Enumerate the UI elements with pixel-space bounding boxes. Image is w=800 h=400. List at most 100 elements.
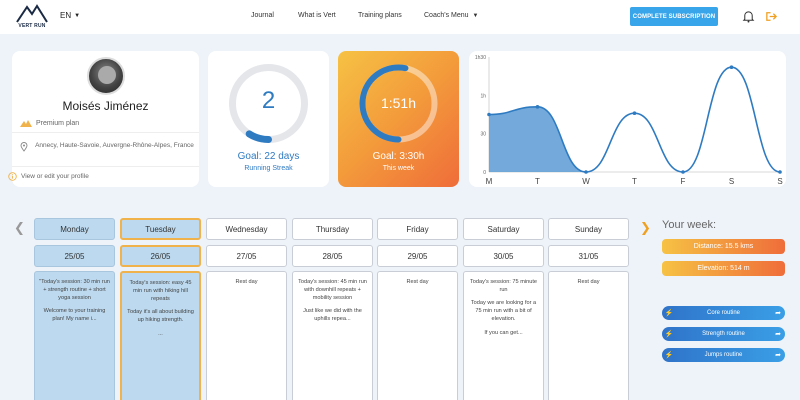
session-text: Today it's all about building up hiking …: [127, 309, 194, 324]
divider: [12, 166, 199, 167]
share-arrow-icon: ➦: [775, 352, 781, 359]
data-point: [632, 111, 637, 116]
info-icon: [8, 172, 17, 181]
caret-down-icon: ▼: [472, 13, 479, 19]
day-name[interactable]: Friday: [377, 218, 458, 240]
vert-run-logo[interactable]: VERT RUN: [16, 3, 48, 31]
streak-goal: Goal: 22 days: [237, 151, 300, 162]
bell-icon[interactable]: [742, 10, 755, 23]
day-name[interactable]: Sunday: [548, 218, 629, 240]
avatar: [87, 57, 125, 95]
x-tick-label: F: [681, 177, 686, 186]
view-edit-profile-label: View or edit your profile: [21, 173, 89, 180]
location-pin-icon: [20, 142, 28, 152]
x-tick-label: W: [582, 177, 590, 186]
day-session-card[interactable]: Rest day: [206, 271, 287, 400]
nav-coachs-menu-label: Coach's Menu: [424, 12, 469, 19]
nav-coachs-menu[interactable]: Coach's Menu ▼: [424, 12, 478, 19]
location-text: Annecy, Haute-Savoie, Auvergne-Rhône-Alp…: [35, 142, 194, 149]
day-date: 29/05: [377, 245, 458, 267]
share-arrow-icon: ➦: [775, 331, 781, 338]
core-routine-button[interactable]: ⚡ Core routine ➦: [662, 306, 785, 320]
day-session-card[interactable]: Today's session: easy 45 min run with hi…: [120, 271, 201, 400]
data-point: [778, 170, 782, 174]
day-column-friday: Friday 29/05 Rest day: [377, 218, 458, 400]
session-text: Today's session: 45 min run with downhil…: [298, 279, 367, 302]
divider: [12, 132, 199, 133]
jumps-routine-label: Jumps routine: [704, 352, 743, 358]
nav-training-plans[interactable]: Training plans: [358, 12, 402, 19]
time-goal: Goal: 3:30h: [372, 151, 425, 162]
day-session-card[interactable]: Today's session: 75 minute run Today we a…: [463, 271, 544, 400]
y-tick-label: 1h30: [475, 55, 486, 61]
nav-journal[interactable]: Journal: [251, 12, 274, 19]
complete-subscription-button[interactable]: COMPLETE SUBSCRIPTION: [630, 7, 718, 26]
day-column-monday: Monday 25/05 "Today's session: 30 min run …: [34, 218, 115, 400]
data-point: [535, 105, 540, 109]
weekly-time-card: 1:51h Goal: 3:30h This week: [338, 51, 459, 187]
core-routine-label: Core routine: [706, 310, 741, 316]
x-tick-label: M: [486, 177, 493, 186]
session-text: "Today's session: 30 min run + strength …: [39, 279, 110, 302]
day-column-tuesday: Tuesday 26/05 Today's session: easy 45 min…: [120, 218, 201, 400]
day-session-card[interactable]: "Today's session: 30 min run + strength …: [34, 271, 115, 400]
day-date: 30/05: [463, 245, 544, 267]
distance-badge: Distance: 15.5 kms: [662, 239, 785, 254]
x-tick-label: T: [632, 177, 637, 186]
day-date: 26/05: [120, 245, 201, 267]
strength-routine-button[interactable]: ⚡ Strength routine ➦: [662, 327, 785, 341]
session-text: ...: [158, 330, 163, 337]
previous-week-arrow[interactable]: ❮: [14, 220, 25, 236]
x-tick-label: S: [729, 177, 734, 186]
data-point: [487, 112, 491, 117]
session-text: Welcome to your training plan! My name i…: [43, 308, 106, 323]
mountain-icon: [20, 120, 32, 127]
day-name[interactable]: Tuesday: [120, 218, 201, 240]
day-column-wednesday: Wednesday 27/05 Rest day: [206, 218, 287, 400]
day-date: 28/05: [292, 245, 373, 267]
premium-plan-label: Premium plan: [36, 119, 80, 127]
day-name[interactable]: Wednesday: [206, 218, 287, 240]
y-tick-label: 30: [480, 132, 486, 138]
session-text: Just like we did with the uphills repea.…: [303, 308, 362, 323]
top-header: VERT RUN EN ▼ Journal What is Vert Train…: [0, 0, 800, 34]
data-point: [681, 170, 685, 174]
chevron-down-icon: ▼: [74, 12, 81, 19]
language-selector[interactable]: EN ▼: [60, 11, 80, 20]
time-label: This week: [382, 165, 415, 172]
data-point: [729, 65, 734, 70]
jumps-routine-button[interactable]: ⚡ Jumps routine ➦: [662, 348, 785, 362]
day-column-thursday: Thursday 28/05 Today's session: 45 min run…: [292, 218, 373, 400]
day-session-card[interactable]: Rest day: [548, 271, 629, 400]
session-text: Today's session: 75 minute run: [470, 279, 537, 294]
day-name[interactable]: Saturday: [463, 218, 544, 240]
next-week-arrow[interactable]: ❯: [640, 220, 651, 236]
y-tick-label: 0: [483, 170, 486, 176]
day-name[interactable]: Thursday: [292, 218, 373, 240]
day-session-card[interactable]: Rest day: [377, 271, 458, 400]
time-value: 1:51h: [380, 95, 417, 111]
premium-plan: Premium plan: [20, 119, 79, 127]
day-date: 25/05: [34, 245, 115, 267]
strength-routine-label: Strength routine: [702, 331, 745, 337]
day-name[interactable]: Monday: [34, 218, 115, 240]
language-label: EN: [60, 11, 72, 20]
day-session-card[interactable]: Today's session: 45 min run with downhil…: [292, 271, 373, 400]
logout-icon[interactable]: [765, 10, 778, 23]
elevation-badge: Elevation: 514 m: [662, 261, 785, 276]
day-column-saturday: Saturday 30/05 Today's session: 75 minute …: [463, 218, 544, 400]
logo-text: VERT RUN: [18, 23, 46, 29]
share-arrow-icon: ➦: [775, 310, 781, 317]
profile-name: Moisés Jiménez: [62, 99, 149, 113]
session-text: Rest day: [235, 279, 258, 285]
x-tick-label: T: [535, 177, 540, 186]
session-text: Rest day: [406, 279, 429, 285]
bolt-icon: ⚡: [664, 331, 674, 338]
running-streak-card: 2 Goal: 22 days Running Streak: [208, 51, 329, 187]
nav-what-is-vert[interactable]: What is Vert: [298, 12, 336, 19]
data-point: [584, 170, 588, 174]
day-date: 31/05: [548, 245, 629, 267]
session-text: Rest day: [577, 279, 600, 285]
view-edit-profile-link[interactable]: View or edit your profile: [8, 172, 89, 181]
your-week-title: Your week:: [662, 219, 717, 231]
